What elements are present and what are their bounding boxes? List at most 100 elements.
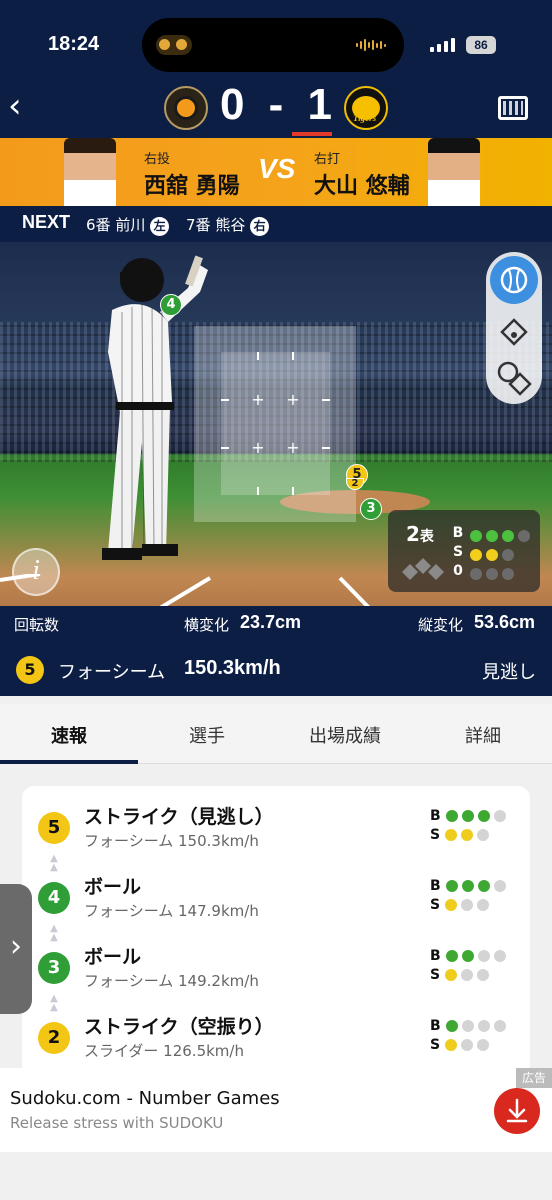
row-balls: B: [430, 948, 510, 964]
tab-players[interactable]: 選手: [138, 722, 276, 748]
up-arrows-icon: ▲ ▲: [50, 993, 58, 1013]
ad-subtitle: Release stress with SUDOKU: [10, 1114, 224, 1132]
pitch-number-badge: 4: [38, 882, 70, 914]
pitch-detail: フォーシーム 149.2km/h: [84, 972, 259, 990]
ad-title[interactable]: Sudoku.com - Number Games: [10, 1088, 280, 1109]
ball-diamond-icon: [497, 361, 532, 396]
row-strike-dots: [444, 967, 493, 983]
balls-label: B: [452, 525, 464, 541]
row-strikes: S: [430, 1037, 493, 1053]
field-view-button[interactable]: [486, 314, 542, 348]
ball-view-button[interactable]: [490, 256, 538, 304]
camera-icon: [156, 35, 192, 55]
pitch-detail: スライダー 126.5km/h: [84, 1042, 244, 1060]
balls-dots: [470, 527, 534, 546]
batter-role: 右打: [314, 152, 341, 167]
row-ball-dots: [445, 878, 510, 894]
pitch-number-badge: 5: [38, 812, 70, 844]
pitch-number-badge: 3: [38, 952, 70, 984]
pitch-result-title: ストライク（見逃し）: [84, 806, 274, 828]
up-arrows-icon: ▲ ▲: [50, 853, 58, 873]
next-batters-bar: [0, 206, 552, 242]
pitch-type: フォーシーム: [58, 662, 166, 682]
next-batter-name: 熊谷: [215, 216, 246, 234]
batter-name[interactable]: 大山 悠輔: [314, 168, 410, 200]
pitch-detail: フォーシーム 147.9km/h: [84, 902, 259, 920]
row-strikes: S: [430, 967, 493, 983]
vs-label: VS: [258, 153, 296, 184]
outs-count: 0: [453, 563, 463, 579]
hbreak-value: 23.7cm: [240, 612, 302, 632]
pitch-marker[interactable]: 3: [360, 498, 382, 520]
pitch-result-title: ボール: [84, 946, 142, 968]
pitch-marker[interactable]: 4: [160, 294, 182, 316]
row-strikes: S: [430, 897, 493, 913]
download-button[interactable]: [494, 1088, 540, 1134]
strikes-dots: [470, 546, 518, 565]
pitcher-role: 右投: [144, 152, 171, 167]
bases-icon: [402, 558, 444, 580]
back-button[interactable]: ‹: [8, 89, 38, 124]
ad-banner[interactable]: [0, 1068, 552, 1152]
pitch-speed: 150.3km/h: [184, 657, 281, 679]
inning-number: 2: [406, 522, 420, 546]
scoreboard-icon[interactable]: [498, 96, 528, 120]
score-dash: -: [268, 80, 284, 129]
up-arrows-icon: ▲ ▲: [50, 923, 58, 943]
trajectory-view-button[interactable]: [486, 356, 542, 396]
bottom-area: [0, 1152, 552, 1200]
vbreak-value: 53.6cm: [474, 612, 536, 632]
batter-photo: [428, 138, 480, 206]
audio-wave-icon: [356, 39, 390, 51]
download-icon: [506, 1098, 528, 1123]
status-time: 18:24: [48, 33, 100, 55]
inning-indicator: 2表: [406, 522, 434, 546]
pitch-result-title: ボール: [84, 876, 142, 898]
pitch-detail: フォーシーム 150.3km/h: [84, 832, 259, 850]
ad-tag: 広告: [516, 1068, 552, 1088]
row-strikes: S: [430, 827, 493, 843]
next-batter-name: 前川: [115, 216, 146, 234]
next-batter-order: 7番: [186, 216, 211, 234]
giants-logo: [164, 86, 208, 130]
row-ball-dots: [445, 948, 510, 964]
hand-badge: 右: [250, 217, 270, 236]
tab-stats[interactable]: 出場成績: [276, 722, 414, 748]
tab-details[interactable]: 詳細: [414, 722, 552, 748]
signal-icon: [430, 38, 455, 52]
row-strike-dots: [444, 897, 493, 913]
pitcher-photo: [64, 138, 116, 206]
row-ball-dots: [445, 1018, 510, 1034]
current-pitch-number: 5: [16, 656, 44, 684]
row-strike-dots: [444, 1037, 493, 1053]
battery-icon: 86: [466, 36, 496, 54]
tab-live[interactable]: 速報: [0, 722, 138, 748]
chevron-left-icon: ‹: [8, 86, 22, 126]
tigers-logo: Tigers: [344, 86, 388, 130]
row-balls: B: [430, 878, 510, 894]
pitcher-name[interactable]: 西舘 勇陽: [144, 168, 240, 200]
pitch-number-badge: 2: [38, 1022, 70, 1054]
pitch-result-title: ストライク（空振り）: [84, 1016, 274, 1038]
strike-zone: + + + +: [221, 352, 330, 495]
away-score: 1: [307, 80, 332, 129]
inning-half: 表: [419, 529, 434, 545]
spin-label: 回転数: [14, 616, 60, 634]
chevron-right-icon: ›: [10, 929, 22, 964]
row-balls: B: [430, 1018, 510, 1034]
outs-dots: [470, 565, 518, 584]
hand-badge: 左: [150, 217, 170, 236]
next-batter-2: 7番 熊谷 右: [186, 214, 270, 236]
home-score: 0: [220, 80, 245, 129]
info-button[interactable]: i: [12, 548, 60, 596]
drawer-toggle-button[interactable]: ›: [0, 884, 32, 1014]
row-balls: B: [430, 808, 510, 824]
batter-figure: [102, 255, 208, 560]
next-batter-1: 6番 前川 左: [86, 214, 170, 236]
batting-team-indicator: [292, 132, 332, 136]
vbreak-label: 縦変化: [418, 616, 464, 634]
dynamic-island: [142, 18, 404, 72]
tab-active-indicator: [0, 760, 138, 764]
next-label: NEXT: [22, 212, 71, 232]
scoreboard: 0 - 1: [220, 80, 332, 130]
